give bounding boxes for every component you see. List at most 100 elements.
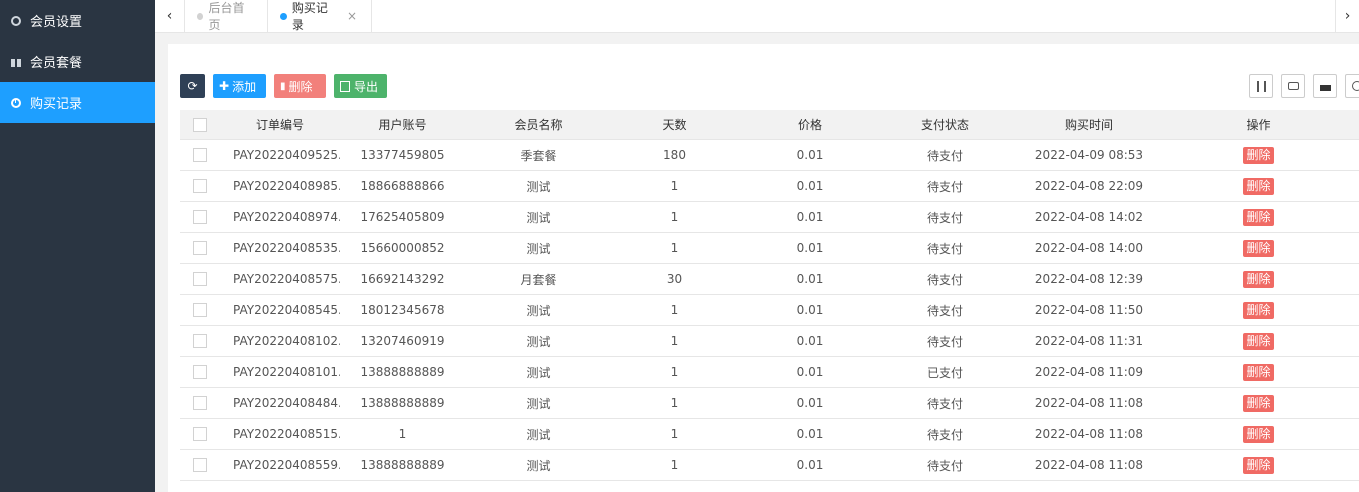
row-checkbox[interactable] — [193, 272, 207, 286]
header-user-account[interactable]: 用户账号 — [340, 116, 465, 133]
columns-filter-button[interactable] — [1249, 74, 1273, 98]
cell-member-name: 测试 — [526, 458, 551, 473]
row-select-cell — [180, 396, 220, 410]
header-price[interactable]: 价格 — [737, 116, 883, 133]
row-select-cell — [180, 427, 220, 441]
delete-button-label: 删除 — [288, 79, 313, 94]
header-days[interactable]: 天数 — [612, 116, 737, 133]
add-button[interactable]: ✚ 添加 — [213, 74, 266, 98]
cell-pay-status: 待支付 — [926, 210, 963, 225]
table-row[interactable]: PAY20220409525... 13377459805 季套餐 180 0.01 待支… — [180, 140, 1359, 171]
row-delete-button[interactable]: 删除 — [1243, 394, 1274, 412]
row-delete-button[interactable]: 删除 — [1243, 332, 1274, 350]
table-header: 订单编号 用户账号 会员名称 天数 价格 支付状态 购买时间 操作 — [180, 110, 1359, 140]
cell-user-account: 18866888866 — [360, 179, 445, 193]
row-checkbox[interactable] — [193, 210, 207, 224]
close-icon[interactable]: × — [347, 9, 357, 23]
select-all-checkbox[interactable] — [193, 117, 207, 132]
gear-icon — [11, 15, 21, 26]
row-delete-button[interactable]: 删除 — [1243, 177, 1274, 195]
cell-purchase-time: 2022-04-08 11:09 — [1034, 365, 1144, 379]
cell-member-name: 测试 — [526, 210, 551, 225]
purchase-records-table: 订单编号 用户账号 会员名称 天数 价格 支付状态 购买时间 操作 PAY202… — [180, 110, 1359, 481]
tab-home[interactable]: 后台首页 — [185, 0, 268, 32]
tab-label: 后台首页 — [208, 1, 245, 32]
row-delete-button[interactable]: 删除 — [1243, 208, 1274, 226]
cell-pay-status: 待支付 — [926, 272, 963, 287]
cell-days: 1 — [670, 179, 679, 193]
cell-price: 0.01 — [796, 334, 824, 348]
export-button[interactable]: 导出 — [334, 74, 387, 98]
cell-order-no: PAY20220408575... — [233, 272, 340, 286]
cell-price: 0.01 — [796, 179, 824, 193]
export-tool-button[interactable] — [1313, 74, 1337, 98]
chevron-right-icon: › — [1344, 8, 1351, 24]
table-row[interactable]: PAY20220408559... 13888888889 测试 1 0.01 待支付 20… — [180, 450, 1359, 481]
row-delete-button[interactable]: 删除 — [1243, 270, 1274, 288]
row-delete-button[interactable]: 删除 — [1243, 301, 1274, 319]
row-delete-button[interactable]: 删除 — [1243, 456, 1274, 474]
cell-member-name: 测试 — [526, 396, 551, 411]
row-checkbox[interactable] — [193, 396, 207, 410]
row-select-cell — [180, 303, 220, 317]
cell-pay-status: 待支付 — [926, 148, 963, 163]
print-button[interactable] — [1281, 74, 1305, 98]
table-row[interactable]: PAY20220408484... 13888888889 测试 1 0.01 待支付 20… — [180, 388, 1359, 419]
row-actions-cell: 删除 — [1171, 270, 1346, 288]
tab-scroll-right-button[interactable]: › — [1335, 0, 1359, 32]
search-tool-button[interactable] — [1345, 74, 1359, 98]
export-icon — [340, 80, 350, 92]
row-checkbox[interactable] — [193, 179, 207, 193]
row-delete-button[interactable]: 删除 — [1243, 363, 1274, 381]
tab-scroll-left-button[interactable]: ‹ — [155, 0, 185, 32]
cell-purchase-time: 2022-04-08 14:00 — [1034, 241, 1144, 255]
cell-pay-status: 待支付 — [926, 427, 963, 442]
cell-member-name: 测试 — [526, 179, 551, 194]
table-row[interactable]: PAY20220408575... 16692143292 月套餐 30 0.01 待支付… — [180, 264, 1359, 295]
columns-icon — [1256, 80, 1266, 92]
cell-member-name: 季套餐 — [520, 148, 557, 163]
sidebar-item-member-settings[interactable]: 会员设置 — [0, 0, 155, 41]
row-checkbox[interactable] — [193, 334, 207, 348]
row-delete-button[interactable]: 删除 — [1243, 239, 1274, 257]
table-row[interactable]: PAY20220408102... 13207460919 测试 1 0.01 待支付 20… — [180, 326, 1359, 357]
row-checkbox[interactable] — [193, 458, 207, 472]
table-row[interactable]: PAY20220408535... 15660000852 测试 1 0.01 待支付 20… — [180, 233, 1359, 264]
row-checkbox[interactable] — [193, 365, 207, 379]
row-select-cell — [180, 241, 220, 255]
header-pay-status[interactable]: 支付状态 — [883, 116, 1007, 133]
cell-price: 0.01 — [796, 396, 824, 410]
cell-days: 1 — [670, 365, 679, 379]
tab-purchase-records[interactable]: 购买记录 × — [268, 0, 372, 32]
refresh-button[interactable]: ⟳ — [180, 74, 205, 98]
table-row[interactable]: PAY20220408515... 1 测试 1 0.01 待支付 2022-04-08 1… — [180, 419, 1359, 450]
table-row[interactable]: PAY20220408545... 18012345678 测试 1 0.01 待支付 20… — [180, 295, 1359, 326]
cell-purchase-time: 2022-04-08 12:39 — [1034, 272, 1144, 286]
cell-days: 1 — [670, 396, 679, 410]
row-delete-button[interactable]: 删除 — [1243, 425, 1274, 443]
header-member-name[interactable]: 会员名称 — [465, 116, 612, 133]
header-order-no[interactable]: 订单编号 — [220, 116, 340, 133]
table-row[interactable]: PAY20220408985... 18866888866 测试 1 0.01 待支付 20… — [180, 171, 1359, 202]
header-purchase-time[interactable]: 购买时间 — [1007, 116, 1171, 133]
cell-purchase-time: 2022-04-08 22:09 — [1034, 179, 1144, 193]
table-row[interactable]: PAY20220408974... 17625405809 测试 1 0.01 待支付 20… — [180, 202, 1359, 233]
row-checkbox[interactable] — [193, 148, 207, 162]
sidebar-item-member-packages[interactable]: 会员套餐 — [0, 41, 155, 82]
cell-pay-status: 待支付 — [926, 458, 963, 473]
row-checkbox[interactable] — [193, 241, 207, 255]
cell-pay-status: 待支付 — [926, 241, 963, 256]
sidebar-item-purchase-records[interactable]: 购买记录 — [0, 82, 155, 123]
delete-button[interactable]: ▮ 删除 — [274, 74, 326, 98]
cell-user-account: 15660000852 — [360, 241, 445, 255]
table-row[interactable]: PAY20220408101... 13888888889 测试 1 0.01 已支付 20… — [180, 357, 1359, 388]
clock-icon — [11, 97, 21, 108]
cell-purchase-time: 2022-04-08 14:02 — [1034, 210, 1144, 224]
add-button-label: 添加 — [232, 79, 257, 94]
row-actions-cell: 删除 — [1171, 332, 1346, 350]
cell-days: 1 — [670, 334, 679, 348]
row-checkbox[interactable] — [193, 427, 207, 441]
cell-member-name: 测试 — [526, 241, 551, 256]
row-checkbox[interactable] — [193, 303, 207, 317]
row-delete-button[interactable]: 删除 — [1243, 146, 1274, 164]
